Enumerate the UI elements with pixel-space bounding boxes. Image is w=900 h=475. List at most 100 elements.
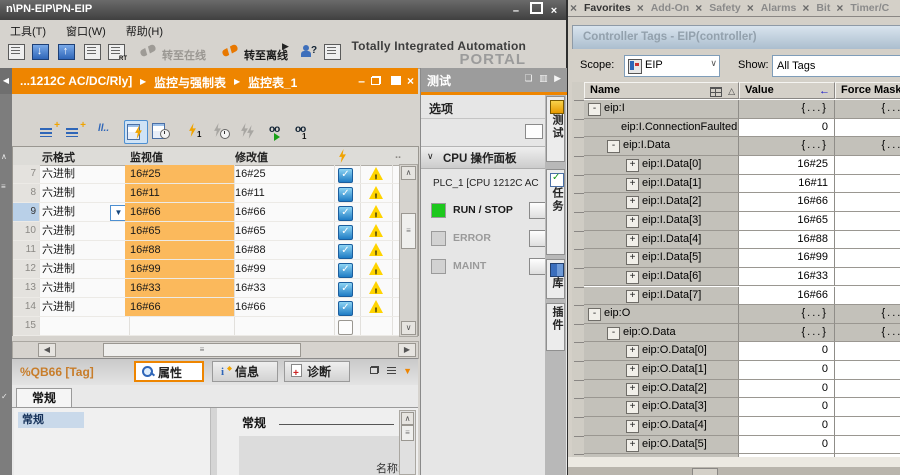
expand-icon[interactable]: + <box>626 383 639 396</box>
checkbox-unchecked-icon[interactable] <box>338 320 353 335</box>
tag-value-cell[interactable]: 16#65 <box>739 212 835 231</box>
scroll-thumb[interactable]: ≡ <box>401 213 416 249</box>
modify-once-icon[interactable]: 1 <box>184 120 206 142</box>
tag-name-cell[interactable]: +eip:O.Data[5] <box>584 436 739 455</box>
tag-name-cell[interactable]: -eip:I.Data <box>584 137 739 156</box>
tag-value-cell[interactable]: 16#11 <box>739 175 835 194</box>
tag-name-cell[interactable]: +eip:I.Data[2] <box>584 193 739 212</box>
side-tab-1[interactable]: 测试 <box>546 96 565 162</box>
tag-value-cell[interactable]: {...} <box>739 324 835 343</box>
tag-force-cell[interactable]: {...} <box>835 305 900 324</box>
table-row[interactable]: 12六进制16#9916#99✓! <box>13 260 418 279</box>
monitor-value-cell[interactable] <box>125 317 235 336</box>
add-row-icon[interactable]: + <box>64 120 86 142</box>
modify-value-cell[interactable]: 16#33 <box>230 279 335 298</box>
collapse-icon[interactable] <box>387 367 396 374</box>
scroll-up-icon[interactable]: ∧ <box>1 152 7 161</box>
format-cell[interactable]: 六进制▼ <box>37 203 130 222</box>
row-number[interactable]: 10 <box>13 222 40 241</box>
expand-icon[interactable]: + <box>626 401 639 414</box>
tag-value-cell[interactable]: 0 <box>739 398 835 417</box>
breadcrumb-watch-tables[interactable]: 监控与强制表 <box>154 74 226 91</box>
toolbar-overflow-icon[interactable]: ▶ <box>282 41 289 52</box>
checkbox-checked-icon[interactable]: ✓ <box>338 301 353 316</box>
expand-icon[interactable]: + <box>626 196 639 209</box>
scroll-up-icon[interactable]: ∧ <box>401 412 414 425</box>
grid-options-icon[interactable] <box>710 87 722 97</box>
table-row[interactable]: 7六进制16#2516#25✓! <box>13 165 418 184</box>
monitor-value-cell[interactable]: 16#65 <box>125 222 235 241</box>
breadcrumb-watch-table-1[interactable]: 监控表_1 <box>248 74 297 91</box>
sort-icon[interactable]: △ <box>728 84 735 99</box>
tag-force-cell[interactable] <box>835 231 900 250</box>
table-row[interactable]: 9六进制▼16#6616#66✓! <box>13 203 418 222</box>
chevron-down-icon[interactable]: ▼ <box>403 366 412 376</box>
close-icon[interactable]: × <box>407 74 414 88</box>
instruction-tab-bit[interactable]: Bit <box>802 0 836 14</box>
tag-force-cell[interactable] <box>835 249 900 268</box>
tag-value-cell[interactable]: {...} <box>739 305 835 324</box>
tag-name-cell[interactable]: +eip:O.Data[3] <box>584 398 739 417</box>
scroll-thumb[interactable]: ≡ <box>103 343 301 357</box>
controller-tags-titlebar[interactable]: Controller Tags - EIP(controller) <box>572 25 900 51</box>
modify-enable-cell[interactable]: ✓ <box>330 279 361 298</box>
tag-name-cell[interactable]: +eip:I.Data[6] <box>584 268 739 287</box>
tag-row[interactable]: +eip:O.Data[3]0 <box>584 398 900 417</box>
monitor-value-cell[interactable]: 16#88 <box>125 241 235 260</box>
tag-force-cell[interactable] <box>835 175 900 194</box>
tag-row[interactable]: +eip:O.Data[4]0 <box>584 417 900 436</box>
scroll-thumb[interactable]: ≡ <box>401 425 414 441</box>
tag-row[interactable]: +eip:I.Data[3]16#65 <box>584 212 900 231</box>
scroll-right-icon[interactable]: ▶ <box>398 343 416 357</box>
row-number[interactable]: 13 <box>13 279 40 298</box>
tag-name-cell[interactable]: +eip:I.Data[7] <box>584 287 739 306</box>
format-cell[interactable]: 六进制 <box>37 298 130 317</box>
tag-force-cell[interactable] <box>835 436 900 455</box>
modify-enable-cell[interactable]: ✓ <box>330 298 361 317</box>
tag-force-cell[interactable]: {...} <box>835 137 900 156</box>
tag-row[interactable]: +eip:O.Data[0]0 <box>584 342 900 361</box>
format-cell[interactable]: 六进制 <box>37 165 130 184</box>
scroll-thumb[interactable] <box>692 468 718 475</box>
tag-row[interactable]: -eip:I.Data{...}{...} <box>584 137 900 156</box>
tag-force-cell[interactable] <box>835 380 900 399</box>
col-modify[interactable]: 修改值 <box>235 149 268 165</box>
expand-icon[interactable]: + <box>626 159 639 172</box>
expand-icon[interactable]: + <box>626 420 639 433</box>
modify-enable-cell[interactable]: ✓ <box>330 260 361 279</box>
monitor-value-cell[interactable]: 16#11 <box>125 184 235 203</box>
cpu-panel-section[interactable]: ∨ CPU 操作面板 <box>421 146 546 169</box>
scroll-down-icon[interactable]: ∨ <box>401 321 416 335</box>
tab-properties[interactable]: 属性 <box>134 361 204 382</box>
watch-horizontal-scrollbar[interactable]: ◀ ≡ ▶ <box>12 341 419 359</box>
menu-item-1[interactable]: 窗口(W) <box>56 20 116 39</box>
tag-name-cell[interactable]: +eip:I.Data[0] <box>584 156 739 175</box>
tag-value-cell[interactable]: {...} <box>739 137 835 156</box>
expand-icon[interactable]: + <box>626 439 639 452</box>
modify-value-cell[interactable]: 16#11 <box>230 184 335 203</box>
tab-diagnostics[interactable]: 诊断 <box>284 361 350 382</box>
collapse-icon[interactable]: - <box>607 140 620 153</box>
tag-force-cell[interactable] <box>835 287 900 306</box>
instruction-tab-alarms[interactable]: Alarms <box>747 0 803 14</box>
collapse-icon[interactable]: - <box>588 103 601 116</box>
menu-item-0[interactable]: 工具(T) <box>0 20 56 39</box>
close-icon[interactable]: × <box>546 5 562 17</box>
tag-name-cell[interactable]: +eip:O.Data[2] <box>584 380 739 399</box>
tag-force-cell[interactable] <box>835 268 900 287</box>
checkbox-checked-icon[interactable]: ✓ <box>338 263 353 278</box>
modify-value-cell[interactable]: 16#66 <box>230 298 335 317</box>
tag-row[interactable]: +eip:I.Data[0]16#25 <box>584 156 900 175</box>
format-cell[interactable]: 六进制 <box>37 241 130 260</box>
modify-value-cell[interactable] <box>230 317 335 336</box>
tag-row[interactable]: +eip:O.Data[5]0 <box>584 436 900 455</box>
nav-item-general[interactable]: 常规 <box>18 412 84 428</box>
tag-force-cell[interactable] <box>835 398 900 417</box>
tag-force-cell[interactable]: {...} <box>835 324 900 343</box>
scope-combo[interactable]: EIP ∨ <box>624 55 720 77</box>
tag-value-cell[interactable]: 16#66 <box>739 287 835 306</box>
scroll-up-icon[interactable]: ∧ <box>401 166 416 180</box>
tag-name-cell[interactable]: -eip:O.Data <box>584 324 739 343</box>
table-row[interactable]: 14六进制16#6616#66✓! <box>13 298 418 317</box>
tag-name-cell[interactable]: -eip:O <box>584 305 739 324</box>
